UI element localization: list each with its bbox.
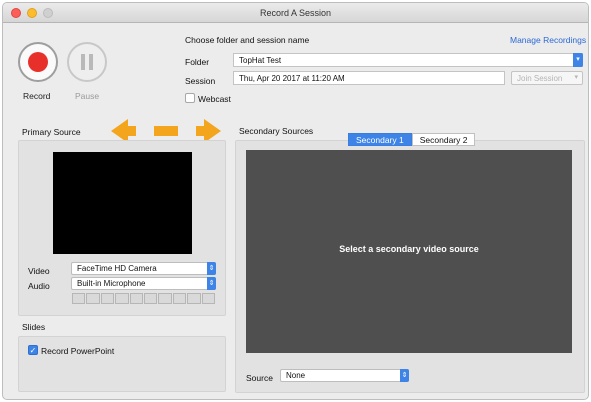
record-label: Record <box>23 91 51 101</box>
chevron-down-icon: ▾ <box>573 53 583 67</box>
manage-recordings-link[interactable]: Manage Recordings <box>510 35 586 45</box>
folder-session-header: Choose folder and session name <box>185 35 310 45</box>
slides-panel <box>18 336 226 392</box>
join-session-label: Join Session <box>517 74 563 83</box>
primary-source-heading: Primary Source <box>22 127 81 137</box>
title-bar: Record A Session <box>3 3 588 23</box>
secondary-tab-bar: Secondary 1 Secondary 2 <box>348 133 476 146</box>
session-label: Session <box>185 76 216 86</box>
secondary-video-preview: Select a secondary video source <box>246 150 572 353</box>
audio-source-select[interactable]: Built-in Microphone ⇕ <box>71 277 216 290</box>
secondary-source-value: None <box>286 371 306 380</box>
tab-secondary-1[interactable]: Secondary 1 <box>348 133 412 146</box>
session-name-input[interactable]: Thu, Apr 20 2017 at 11:20 AM <box>233 71 505 85</box>
secondary-source-message: Select a secondary video source <box>339 244 479 254</box>
pause-label: Pause <box>75 91 100 101</box>
pause-bars-icon <box>89 54 93 70</box>
pause-bars-icon <box>81 54 85 70</box>
tab-secondary-2[interactable]: Secondary 2 <box>411 133 476 146</box>
primary-video-preview <box>53 152 192 254</box>
secondary-sources-heading: Secondary Sources <box>239 126 314 136</box>
slides-heading: Slides <box>22 322 46 332</box>
chevron-updown-icon: ⇕ <box>400 369 409 382</box>
source-label: Source <box>246 373 273 383</box>
folder-value: TopHat Test <box>239 56 282 65</box>
audio-level-meter <box>72 293 216 304</box>
webcast-checkbox[interactable] <box>185 93 195 103</box>
video-source-value: FaceTime HD Camera <box>77 264 157 273</box>
folder-select[interactable]: TopHat Test ▾ <box>233 53 583 67</box>
audio-source-value: Built-in Microphone <box>77 279 146 288</box>
window-title: Record A Session <box>259 8 332 18</box>
webcast-label: Webcast <box>198 94 231 104</box>
record-powerpoint-checkbox[interactable]: ✓ <box>28 345 38 355</box>
join-session-button[interactable]: Join Session ▾ <box>511 71 583 85</box>
video-label: Video <box>28 266 50 276</box>
record-circle-icon <box>28 52 48 72</box>
chevron-updown-icon: ⇕ <box>207 277 216 290</box>
pause-button[interactable] <box>67 42 107 82</box>
folder-label: Folder <box>185 57 210 67</box>
video-source-select[interactable]: FaceTime HD Camera ⇕ <box>71 262 216 275</box>
record-button[interactable] <box>18 42 58 82</box>
chevron-updown-icon: ⇕ <box>207 262 216 275</box>
record-powerpoint-label: Record PowerPoint <box>41 346 115 356</box>
audio-label: Audio <box>28 281 50 291</box>
chevron-down-icon: ▾ <box>574 74 578 81</box>
secondary-source-select[interactable]: None ⇕ <box>280 369 409 382</box>
